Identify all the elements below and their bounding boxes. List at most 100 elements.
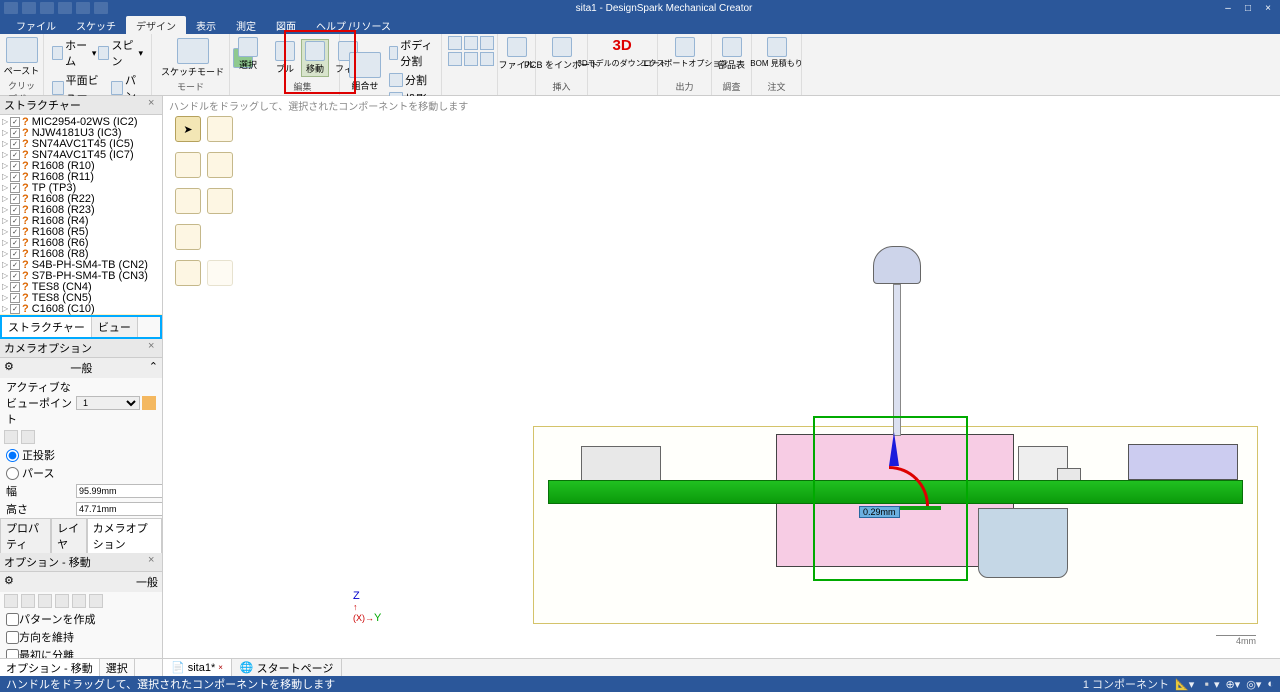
opt-icon[interactable] (38, 594, 52, 608)
tab-view[interactable]: ビュー (92, 317, 138, 337)
status-bar: ハンドルをドラッグして、選択されたコンポーネントを移動します 1 コンポーネント… (0, 676, 1280, 692)
viewport[interactable]: 0.29mm Z↑(X)→Y 4mm (163, 96, 1280, 676)
qat-undo-icon[interactable] (58, 2, 72, 14)
options-general[interactable]: ⚙ 一般 (0, 572, 162, 592)
status-icon[interactable]: ◐ (1267, 678, 1274, 690)
checkbox-detach[interactable]: 最初に分離 (0, 646, 162, 658)
qat-redo-icon[interactable] (76, 2, 90, 14)
tree-item[interactable]: ▷✓?R1608 (R22) (0, 193, 162, 204)
misc-icon[interactable] (480, 36, 494, 50)
tree-item[interactable]: ▷✓?TES8 (CN5) (0, 292, 162, 303)
general-section[interactable]: ⚙ 一般⌃ (0, 358, 162, 378)
status-icon[interactable]: ⊕▾ (1225, 678, 1240, 691)
misc-icon[interactable] (448, 52, 462, 66)
viewpoint-add-icon[interactable] (142, 396, 156, 410)
opt-icon[interactable] (89, 594, 103, 608)
tree-item[interactable]: ▷✓?S7B-PH-SM4-TB (CN3) (0, 270, 162, 281)
tree-item[interactable]: ▷✓?R1608 (R5) (0, 226, 162, 237)
tree-item[interactable]: ▷✓?R1608 (R10) (0, 160, 162, 171)
pcb-import-button[interactable]: PCB をインポート (542, 36, 581, 72)
opt-icon[interactable] (4, 594, 18, 608)
tab-sketch[interactable]: スケッチ (66, 16, 126, 35)
cam-icon[interactable] (4, 430, 18, 444)
tab-drawing[interactable]: 図面 (266, 16, 306, 35)
bodysplit-button[interactable]: ボディ分割 (387, 36, 435, 70)
projection-ortho[interactable]: 正投影 (0, 446, 162, 464)
viewpoint-select[interactable]: 1 (76, 396, 140, 410)
tab-layer[interactable]: レイヤ (51, 518, 87, 553)
width-input[interactable] (76, 484, 162, 498)
tab-close-icon[interactable]: × (218, 663, 223, 672)
cam-icon[interactable] (21, 430, 35, 444)
component[interactable] (1128, 444, 1238, 480)
maximize-button[interactable]: □ (1240, 3, 1256, 14)
tree-item[interactable]: ▷✓?NJW4181U3 (IC3) (0, 127, 162, 138)
tab-structure[interactable]: ストラクチャー (2, 317, 92, 337)
cylinder-component[interactable] (873, 246, 921, 436)
tab-display[interactable]: 表示 (186, 16, 226, 35)
bom-button[interactable]: 部品表 (718, 36, 745, 72)
opt-icon[interactable] (72, 594, 86, 608)
panel-close-icon[interactable]: × (148, 340, 158, 356)
tree-item[interactable]: ▷✓?R1608 (R6) (0, 237, 162, 248)
tree-item[interactable]: ▷✓?C1608 (C10) (0, 303, 162, 314)
split-button[interactable]: 分割 (387, 71, 435, 89)
tree-item[interactable]: ▷✓?R1608 (R11) (0, 171, 162, 182)
projection-persp[interactable]: パース (0, 464, 162, 482)
tab-property[interactable]: プロパティ (0, 518, 51, 553)
structure-tree[interactable]: ▷✓?MIC2954-02WS (IC2)▷✓?NJW4181U3 (IC3)▷… (0, 115, 162, 315)
checkbox-pattern[interactable]: パターンを作成 (0, 610, 162, 628)
gizmo-z-axis[interactable] (889, 432, 899, 466)
status-icon[interactable]: ◎▾ (1246, 678, 1261, 691)
tree-item[interactable]: ▷✓?TES8 (CN4) (0, 281, 162, 292)
dimension-label[interactable]: 0.29mm (859, 506, 900, 518)
tab-measure[interactable]: 測定 (226, 16, 266, 35)
pull-button[interactable]: プル (272, 40, 298, 76)
tree-item[interactable]: ▷✓?TP (TP3) (0, 182, 162, 193)
qat-save-icon[interactable] (40, 2, 54, 14)
panel-close-icon[interactable]: × (148, 554, 158, 570)
status-icon[interactable]: ▫️▾ (1200, 678, 1219, 691)
export-options-button[interactable]: エクスポートオプション (664, 36, 705, 70)
qat-drop-icon[interactable] (94, 2, 108, 14)
panel-close-icon[interactable]: × (148, 97, 158, 113)
sketchmode-button[interactable]: スケッチモード (158, 37, 227, 79)
document-tab-start[interactable]: 🌐スタートページ (232, 659, 342, 676)
document-tab[interactable]: 📄sita1*× (163, 659, 232, 676)
home-button[interactable]: ホーム ▾ スピン ▾ (50, 36, 145, 70)
height-input[interactable] (76, 502, 162, 516)
tab-design[interactable]: デザイン (126, 16, 186, 35)
minimize-button[interactable]: – (1220, 3, 1236, 14)
opt-icon[interactable] (21, 594, 35, 608)
component[interactable] (978, 508, 1068, 578)
combine-button[interactable]: 組合せ (346, 51, 384, 93)
misc-icon[interactable] (464, 52, 478, 66)
view-triad[interactable]: Z↑(X)→Y (353, 590, 381, 624)
qat-open-icon[interactable] (22, 2, 36, 14)
paste-button[interactable]: ペースト (6, 36, 37, 78)
tab-help[interactable]: ヘルプ /リソース (306, 16, 401, 35)
misc-icon[interactable] (448, 36, 462, 50)
status-icon[interactable]: 📐▾ (1175, 678, 1194, 691)
tree-item[interactable]: ▷✓?MIC2954-02WS (IC2) (0, 116, 162, 127)
tree-item[interactable]: ▷✓?S4B-PH-SM4-TB (CN2) (0, 259, 162, 270)
camera-mini-toolbar (0, 428, 162, 446)
tab-file[interactable]: ファイル (6, 16, 66, 35)
tree-item[interactable]: ▷✓?R1608 (R23) (0, 204, 162, 215)
opt-icon[interactable] (55, 594, 69, 608)
tab-selection[interactable]: 選択 (100, 659, 135, 676)
misc-icon[interactable] (480, 52, 494, 66)
misc-icon[interactable] (464, 36, 478, 50)
canvas-area[interactable]: ハンドルをドラッグして、選択されたコンポーネントを移動します ➤ (163, 96, 1280, 676)
select-button[interactable]: 選択 (236, 36, 260, 72)
tree-item[interactable]: ▷✓?SN74AVC1T45 (IC7) (0, 149, 162, 160)
move-button[interactable]: 移動 (301, 39, 329, 77)
tab-options-move[interactable]: オプション - 移動 (0, 659, 100, 676)
tab-camera-option[interactable]: カメラオプション (87, 518, 162, 553)
tree-item[interactable]: ▷✓?SN74AVC1T45 (IC5) (0, 138, 162, 149)
tree-item[interactable]: ▷✓?R1608 (R8) (0, 248, 162, 259)
tree-item[interactable]: ▷✓?R1608 (R4) (0, 215, 162, 226)
bom-quote-button[interactable]: BOM 見積もり (758, 36, 795, 70)
close-button[interactable]: × (1260, 3, 1276, 14)
checkbox-orient[interactable]: 方向を維持 (0, 628, 162, 646)
